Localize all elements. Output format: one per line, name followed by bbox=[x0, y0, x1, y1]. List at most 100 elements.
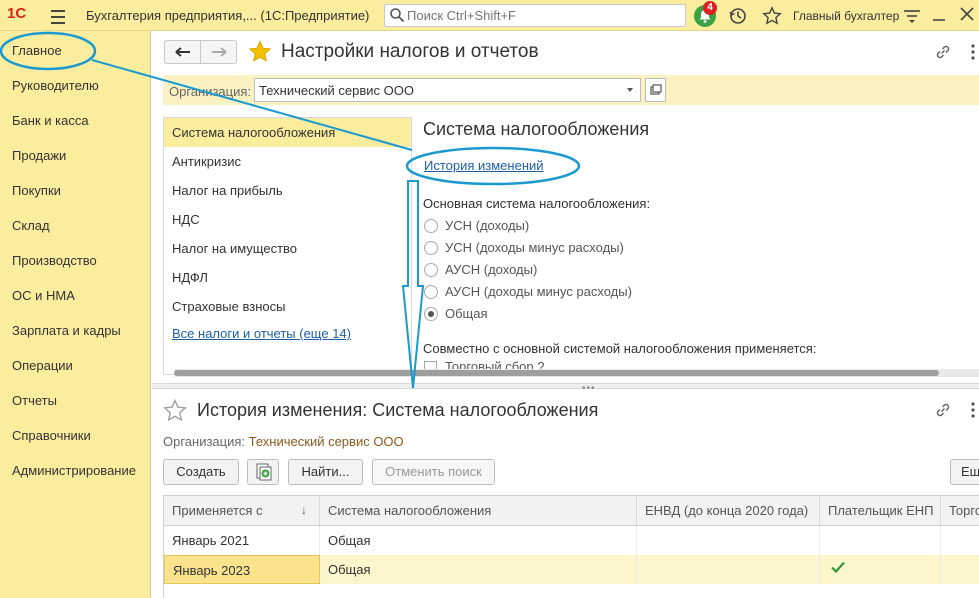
column-header-label: Применяется с bbox=[172, 503, 263, 518]
find-button[interactable]: Найти... bbox=[288, 459, 363, 485]
search-input[interactable] bbox=[407, 7, 677, 24]
main-system-label: Основная система налогообложения: bbox=[423, 196, 651, 211]
favorites-star-icon[interactable] bbox=[762, 6, 782, 26]
checkbox[interactable] bbox=[424, 361, 437, 369]
radio-button[interactable] bbox=[424, 241, 438, 255]
scrollbar-thumb[interactable] bbox=[174, 370, 939, 376]
sections-sidebar: Главное Руководителю Банк и касса Продаж… bbox=[0, 31, 151, 598]
table-row[interactable]: Январь 2021 Общая bbox=[164, 526, 979, 555]
link-icon[interactable] bbox=[934, 43, 952, 61]
sidebar-item-admin[interactable]: Администрирование bbox=[12, 463, 136, 478]
app-logo: 1С bbox=[7, 5, 27, 22]
search-box[interactable] bbox=[384, 4, 686, 27]
close-icon[interactable] bbox=[960, 7, 974, 21]
sidebar-item-main[interactable]: Главное bbox=[12, 43, 62, 58]
all-taxes-link[interactable]: Все налоги и отчеты (еще 14) bbox=[172, 326, 351, 341]
arrow-left-icon bbox=[175, 47, 190, 57]
cancel-search-button[interactable]: Отменить поиск bbox=[372, 459, 495, 485]
cell-from: Январь 2021 bbox=[164, 526, 320, 555]
open-organization-button[interactable] bbox=[645, 78, 666, 102]
page-title: Настройки налогов и отчетов bbox=[281, 41, 539, 62]
column-header-envd[interactable]: ЕНВД (до конца 2020 года) bbox=[637, 496, 820, 525]
tax-settings-form: Настройки налогов и отчетов Организация:… bbox=[152, 31, 979, 383]
radio-label: АУСН (доходы минус расходы) bbox=[445, 284, 632, 299]
list-item-profit-tax[interactable]: Налог на прибыль bbox=[164, 176, 411, 205]
column-header-trade[interactable]: Торго bbox=[941, 496, 979, 525]
radio-button-checked[interactable] bbox=[424, 307, 438, 321]
copy-add-icon bbox=[256, 463, 272, 481]
search-icon bbox=[390, 8, 405, 23]
tax-sections-list: Система налогообложения Антикризис Налог… bbox=[163, 117, 412, 375]
sidebar-item-sales[interactable]: Продажи bbox=[12, 148, 66, 163]
history-organization: Организация: Технический сервис ООО bbox=[163, 434, 404, 449]
organization-value: Технический сервис ООО bbox=[248, 434, 404, 449]
table-row-selected[interactable]: Январь 2023 Общая bbox=[164, 555, 979, 584]
cell-from: Январь 2023 bbox=[164, 555, 320, 584]
list-item-anticrisis[interactable]: Антикризис bbox=[164, 147, 411, 176]
cell-enp bbox=[820, 526, 941, 555]
checkmark-icon bbox=[831, 561, 845, 574]
horizontal-scrollbar[interactable] bbox=[174, 369, 979, 377]
sidebar-item-payroll[interactable]: Зарплата и кадры bbox=[12, 323, 121, 338]
history-table: Применяется с ↓ Система налогообложения … bbox=[163, 495, 979, 598]
navigation-buttons bbox=[164, 40, 237, 64]
list-item-property-tax[interactable]: Налог на имущество bbox=[164, 234, 411, 263]
notifications-badge: 4 bbox=[703, 1, 717, 15]
history-link[interactable]: История изменений bbox=[424, 158, 544, 173]
copy-button[interactable] bbox=[247, 459, 279, 485]
list-item-pit[interactable]: НДФЛ bbox=[164, 263, 411, 292]
link-icon[interactable] bbox=[934, 401, 952, 419]
column-header-system[interactable]: Система налогообложения bbox=[320, 496, 637, 525]
more-button[interactable]: Ещ bbox=[950, 459, 979, 485]
sidebar-item-reports[interactable]: Отчеты bbox=[12, 393, 57, 408]
arrow-right-icon bbox=[212, 47, 227, 57]
more-actions-icon[interactable] bbox=[970, 400, 976, 420]
radio-label: Общая bbox=[445, 306, 488, 321]
back-button[interactable] bbox=[165, 41, 201, 63]
column-header-enp[interactable]: Плательщик ЕНП bbox=[820, 496, 941, 525]
app-title: Бухгалтерия предприятия,... (1С:Предприя… bbox=[86, 8, 370, 23]
top-bar: 1С Бухгалтерия предприятия,... (1С:Предп… bbox=[0, 0, 979, 31]
open-icon bbox=[650, 84, 662, 95]
cell-envd bbox=[637, 555, 820, 584]
menu-icon[interactable] bbox=[44, 6, 72, 26]
settings-icon[interactable] bbox=[903, 8, 921, 24]
combined-systems-label: Совместно с основной системой налогообло… bbox=[423, 341, 817, 356]
forward-button[interactable] bbox=[201, 41, 237, 63]
radio-label: УСН (доходы) bbox=[445, 218, 530, 233]
sidebar-item-warehouse[interactable]: Склад bbox=[12, 218, 50, 233]
column-header-from[interactable]: Применяется с bbox=[164, 496, 320, 525]
sidebar-item-purchases[interactable]: Покупки bbox=[12, 183, 61, 198]
history-form-title: История изменения: Система налогообложен… bbox=[197, 400, 599, 420]
create-button[interactable]: Создать bbox=[163, 459, 239, 485]
history-icon[interactable] bbox=[728, 6, 748, 26]
favorite-star-icon[interactable] bbox=[248, 40, 272, 64]
favorite-star-icon[interactable] bbox=[163, 399, 187, 423]
sidebar-item-catalogs[interactable]: Справочники bbox=[12, 428, 91, 443]
sidebar-item-manager[interactable]: Руководителю bbox=[12, 78, 99, 93]
radio-label: УСН (доходы минус расходы) bbox=[445, 240, 624, 255]
organization-field[interactable]: Технический сервис ООО bbox=[254, 78, 641, 102]
radio-label: АУСН (доходы) bbox=[445, 262, 538, 277]
trade-fee-checkbox-row[interactable]: Торговый сбор ? bbox=[424, 361, 724, 369]
list-item-vat[interactable]: НДС bbox=[164, 205, 411, 234]
radio-button[interactable] bbox=[424, 263, 438, 277]
current-user[interactable]: Главный бухгалтер bbox=[793, 9, 899, 23]
sidebar-item-production[interactable]: Производство bbox=[12, 253, 97, 268]
organization-value: Технический сервис ООО bbox=[259, 83, 414, 98]
sidebar-item-fixed-assets[interactable]: ОС и НМА bbox=[12, 288, 75, 303]
cell-system: Общая bbox=[320, 526, 637, 555]
chevron-down-icon[interactable] bbox=[620, 82, 640, 98]
sidebar-item-bank[interactable]: Банк и касса bbox=[12, 113, 89, 128]
sort-down-icon[interactable]: ↓ bbox=[301, 496, 307, 525]
list-item-insurance[interactable]: Страховые взносы bbox=[164, 292, 411, 321]
list-item-tax-system[interactable]: Система налогообложения bbox=[164, 118, 411, 147]
radio-button[interactable] bbox=[424, 219, 438, 233]
sidebar-item-operations[interactable]: Операции bbox=[12, 358, 73, 373]
radio-button[interactable] bbox=[424, 285, 438, 299]
section-title: Система налогообложения bbox=[423, 119, 650, 139]
minimize-icon[interactable] bbox=[932, 8, 946, 22]
cell-envd bbox=[637, 526, 820, 555]
more-actions-icon[interactable] bbox=[970, 42, 976, 62]
organization-bar: Организация: Технический сервис ООО bbox=[163, 75, 979, 105]
